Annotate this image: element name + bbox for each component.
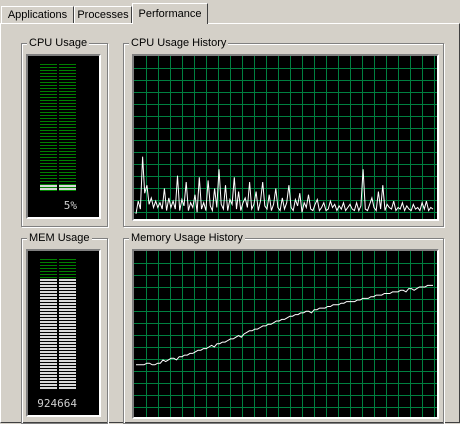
mem-meter-bar: [40, 259, 76, 389]
mem-usage-title: MEM Usage: [27, 231, 92, 245]
cpu-meter-bar: [40, 64, 76, 191]
tab-applications[interactable]: Applications: [1, 6, 74, 23]
mem-usage-group: MEM Usage 924664: [21, 231, 108, 424]
memory-history-chart: [134, 251, 437, 417]
cpu-history-graph: [132, 54, 439, 221]
memory-history-title: Memory Usage History: [129, 231, 245, 245]
cpu-history-series-line: [135, 156, 434, 214]
cpu-usage-meter: 5%: [26, 54, 101, 219]
mem-usage-value: 924664: [37, 397, 77, 410]
mem-usage-meter: 924664: [26, 249, 101, 417]
memory-history-group: Memory Usage History: [123, 231, 444, 424]
memory-history-graph: [132, 249, 439, 419]
cpu-usage-value: 5%: [63, 199, 77, 212]
memory-history-series-line: [136, 284, 433, 366]
cpu-usage-group: CPU Usage 5%: [21, 36, 108, 227]
tab-performance[interactable]: Performance: [132, 3, 208, 24]
cpu-history-group: CPU Usage History: [123, 36, 444, 227]
tab-processes[interactable]: Processes: [74, 6, 132, 23]
tab-strip: Applications Processes Performance: [0, 0, 460, 24]
cpu-history-title: CPU Usage History: [129, 36, 229, 50]
cpu-history-chart: [134, 56, 437, 219]
performance-panel: CPU Usage 5% CPU Usage History MEM Usage…: [0, 23, 460, 424]
cpu-usage-title: CPU Usage: [27, 36, 90, 50]
